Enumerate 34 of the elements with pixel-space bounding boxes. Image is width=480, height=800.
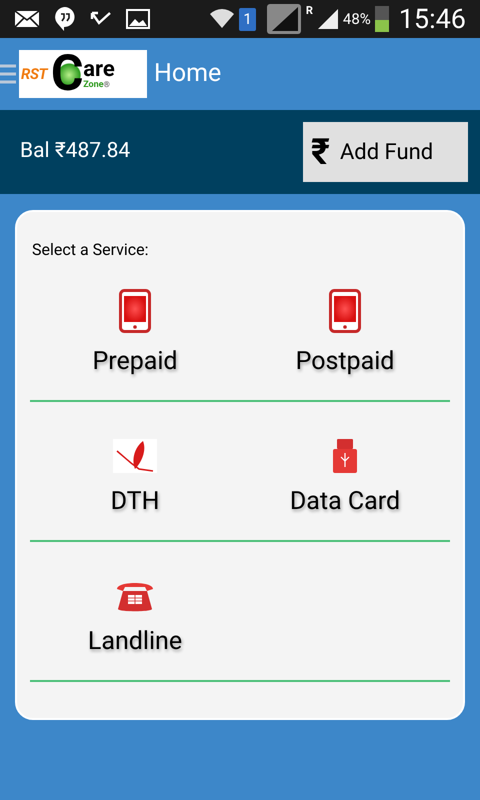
signal-icon xyxy=(316,8,339,30)
signal-icon xyxy=(266,3,302,35)
logo-text: are xyxy=(83,58,115,80)
menu-icon[interactable] xyxy=(0,62,16,86)
service-option[interactable]: Prepaid xyxy=(30,262,240,400)
logo-subtext: Zone xyxy=(83,80,104,90)
service-option[interactable]: Data Card xyxy=(240,402,450,540)
registered-mark: ® xyxy=(104,81,110,89)
image-icon xyxy=(126,9,150,29)
service-label: Landline xyxy=(88,627,182,657)
service-label: Postpaid xyxy=(296,347,394,377)
balance-text: Bal ₹487.84 xyxy=(20,138,130,166)
service-label: Prepaid xyxy=(92,347,178,377)
sim-badge: 1 xyxy=(239,8,256,30)
service-label: DTH xyxy=(110,487,160,517)
envelope-icon xyxy=(14,10,40,28)
usb-stick-icon xyxy=(333,439,357,473)
check-arrow-icon xyxy=(90,11,112,27)
service-option[interactable]: Postpaid xyxy=(240,262,450,400)
mobile-phone-icon xyxy=(119,289,151,333)
service-label: Data Card xyxy=(290,487,400,517)
chat-bubble-icon xyxy=(54,6,76,32)
clock: 15:46 xyxy=(398,2,466,37)
section-heading: Select a Service: xyxy=(32,239,150,261)
mobile-phone-icon xyxy=(329,289,361,333)
page-title: Home xyxy=(154,58,222,90)
satellite-dish-icon xyxy=(113,439,157,473)
battery-icon xyxy=(374,6,389,32)
service-option[interactable]: Landline xyxy=(30,542,240,680)
logo-text: RST xyxy=(21,64,48,85)
roaming-indicator: R xyxy=(306,2,313,19)
battery-percent: 48% xyxy=(342,8,371,30)
add-fund-button[interactable]: ₹ Add Fund xyxy=(303,122,468,182)
service-option[interactable]: DTH xyxy=(30,402,240,540)
